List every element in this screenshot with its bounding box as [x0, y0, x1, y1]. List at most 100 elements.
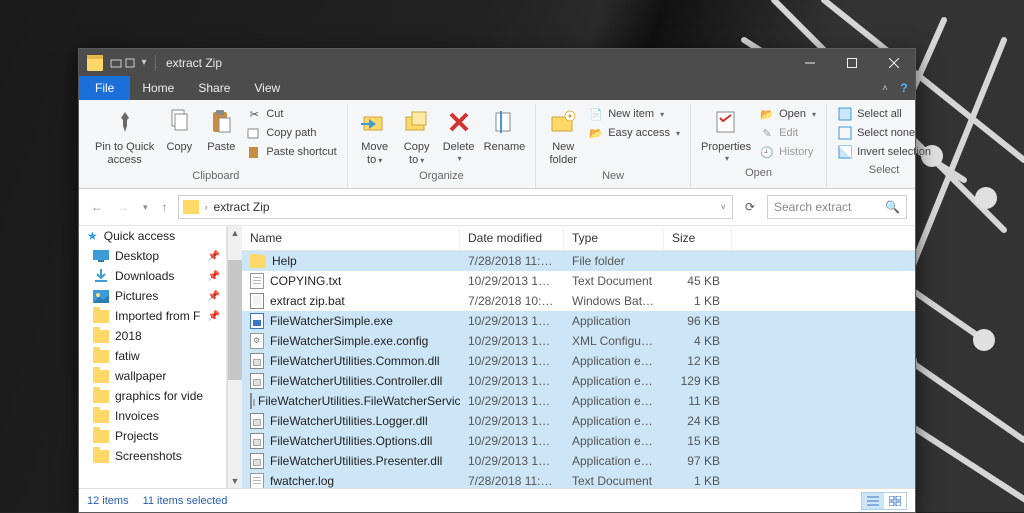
tab-home[interactable]: Home [130, 76, 186, 100]
sidebar-item[interactable]: Invoices [79, 406, 226, 426]
breadcrumb[interactable]: › extract Zip ˅ [178, 195, 733, 219]
group-new: ✦New folder 📄New item▾ 📂Easy access▾ New [536, 104, 691, 188]
details-view-button[interactable] [862, 493, 884, 509]
sidebar-item[interactable]: Screenshots [79, 446, 226, 466]
sidebar-item[interactable]: ★Quick access [79, 226, 226, 246]
folder-icon [250, 255, 266, 268]
qat-item[interactable] [109, 57, 123, 69]
up-button[interactable]: ↑ [158, 198, 172, 216]
chevron-right-icon: › [203, 202, 210, 212]
tab-share[interactable]: Share [186, 76, 242, 100]
sidebar-item[interactable]: Pictures📌 [79, 286, 226, 306]
pin-icon: 📌 [208, 311, 220, 322]
table-row[interactable]: FileWatcherUtilities.FileWatcherServiceC… [242, 391, 915, 411]
sidebar-item-label: Invoices [115, 409, 159, 423]
table-row[interactable]: FileWatcherUtilities.Controller.dll10/29… [242, 371, 915, 391]
delete-button[interactable]: Delete▾ [438, 104, 480, 165]
file-icon [250, 353, 264, 369]
table-row[interactable]: FileWatcherUtilities.Common.dll10/29/201… [242, 351, 915, 371]
sidebar-item-label: Downloads [115, 269, 174, 283]
file-icon [250, 453, 264, 469]
move-to-button[interactable]: Move to▾ [354, 104, 396, 168]
file-menu[interactable]: File [79, 76, 130, 100]
new-item-button[interactable]: 📄New item▾ [588, 106, 680, 122]
new-item-icon: 📄 [588, 106, 604, 122]
pin-quick-access-button[interactable]: Pin to Quick access [91, 104, 158, 168]
maximize-button[interactable] [831, 49, 873, 76]
icons-view-button[interactable] [884, 493, 906, 509]
column-type[interactable]: Type [564, 226, 664, 250]
qat-item[interactable] [123, 57, 137, 69]
scroll-down-icon[interactable]: ▼ [231, 474, 240, 488]
table-row[interactable]: Help7/28/2018 11:06 PMFile folder [242, 251, 915, 271]
rename-button[interactable]: Rename [480, 104, 530, 156]
column-name[interactable]: Name [242, 226, 460, 250]
file-name: COPYING.txt [270, 274, 341, 288]
qat-dropdown-icon[interactable]: ▾ [137, 57, 151, 68]
file-date: 10/29/2013 10:13 [460, 314, 564, 328]
sidebar-item[interactable]: wallpaper [79, 366, 226, 386]
close-button[interactable] [873, 49, 915, 76]
view-toggle [861, 492, 907, 510]
sidebar-item[interactable]: 2018 [79, 326, 226, 346]
table-row[interactable]: FileWatcherSimple.exe10/29/2013 10:13App… [242, 311, 915, 331]
file-type: Application extens [564, 414, 664, 428]
sidebar-item[interactable]: Downloads📌 [79, 266, 226, 286]
recent-locations-icon[interactable]: ▾ [139, 200, 152, 215]
open-button[interactable]: 📂Open▾ [759, 106, 816, 122]
table-row[interactable]: COPYING.txt10/29/2013 10:07Text Document… [242, 271, 915, 291]
sidebar-item[interactable]: fatiw [79, 346, 226, 366]
paste-button[interactable]: Paste [200, 104, 242, 156]
group-organize: Move to▾ Copy to▾ Delete▾ Rename Organiz… [348, 104, 537, 188]
desktop-icon [93, 250, 109, 262]
copy-to-button[interactable]: Copy to▾ [396, 104, 438, 168]
window-title: extract Zip [166, 56, 222, 70]
collapse-ribbon-icon[interactable]: ˄ [877, 76, 893, 100]
invert-selection-button[interactable]: Invert selection [837, 144, 931, 160]
file-size: 1 KB [664, 294, 732, 308]
copy-path-button[interactable]: Copy path [246, 125, 336, 141]
table-row[interactable]: FileWatcherUtilities.Presenter.dll10/29/… [242, 451, 915, 471]
sidebar-item[interactable]: Desktop📌 [79, 246, 226, 266]
table-row[interactable]: extract zip.bat7/28/2018 10:55 PMWindows… [242, 291, 915, 311]
column-size[interactable]: Size [664, 226, 732, 250]
search-input[interactable]: Search extract 🔍 [767, 195, 907, 219]
scrollbar[interactable]: ▲ ▼ [227, 226, 242, 488]
help-icon[interactable]: ? [893, 76, 915, 100]
file-name: Help [272, 254, 297, 268]
new-folder-button[interactable]: ✦New folder [542, 104, 584, 168]
forward-button[interactable]: → [113, 198, 133, 216]
scissors-icon: ✂ [246, 106, 262, 122]
copy-button[interactable]: Copy [158, 104, 200, 156]
properties-button[interactable]: Properties▾ [697, 104, 755, 165]
back-button[interactable]: ← [87, 198, 107, 216]
file-name: FileWatcherUtilities.Logger.dll [270, 414, 428, 428]
file-icon [250, 273, 264, 289]
cut-button[interactable]: ✂Cut [246, 106, 336, 122]
sidebar-item[interactable]: graphics for vide [79, 386, 226, 406]
sidebar-item[interactable]: Projects [79, 426, 226, 446]
select-all-button[interactable]: Select all [837, 106, 931, 122]
sidebar-item[interactable]: Imported from F📌 [79, 306, 226, 326]
select-none-button[interactable]: Select none [837, 125, 931, 141]
column-date[interactable]: Date modified [460, 226, 564, 250]
table-row[interactable]: FileWatcherUtilities.Options.dll10/29/20… [242, 431, 915, 451]
folder-icon [93, 330, 109, 343]
refresh-button[interactable]: ⟳ [739, 200, 761, 214]
table-row[interactable]: FileWatcherUtilities.Logger.dll10/29/201… [242, 411, 915, 431]
paste-shortcut-button[interactable]: Paste shortcut [246, 144, 336, 160]
minimize-button[interactable] [789, 49, 831, 76]
pictures-icon [93, 290, 109, 303]
easy-access-button[interactable]: 📂Easy access▾ [588, 125, 680, 141]
address-bar: ← → ▾ ↑ › extract Zip ˅ ⟳ Search extract… [79, 189, 915, 226]
scrollbar-thumb[interactable] [228, 260, 242, 380]
table-row[interactable]: FileWatcherSimple.exe.config10/29/2013 1… [242, 331, 915, 351]
file-size: 24 KB [664, 414, 732, 428]
tab-view[interactable]: View [242, 76, 292, 100]
breadcrumb-item[interactable]: extract Zip [214, 200, 270, 214]
file-date: 7/28/2018 11:06 PM [460, 474, 564, 488]
scroll-up-icon[interactable]: ▲ [231, 226, 240, 240]
table-row[interactable]: fwatcher.log7/28/2018 11:06 PMText Docum… [242, 471, 915, 488]
chevron-down-icon[interactable]: ˅ [719, 202, 728, 212]
file-type: Text Document [564, 474, 664, 488]
